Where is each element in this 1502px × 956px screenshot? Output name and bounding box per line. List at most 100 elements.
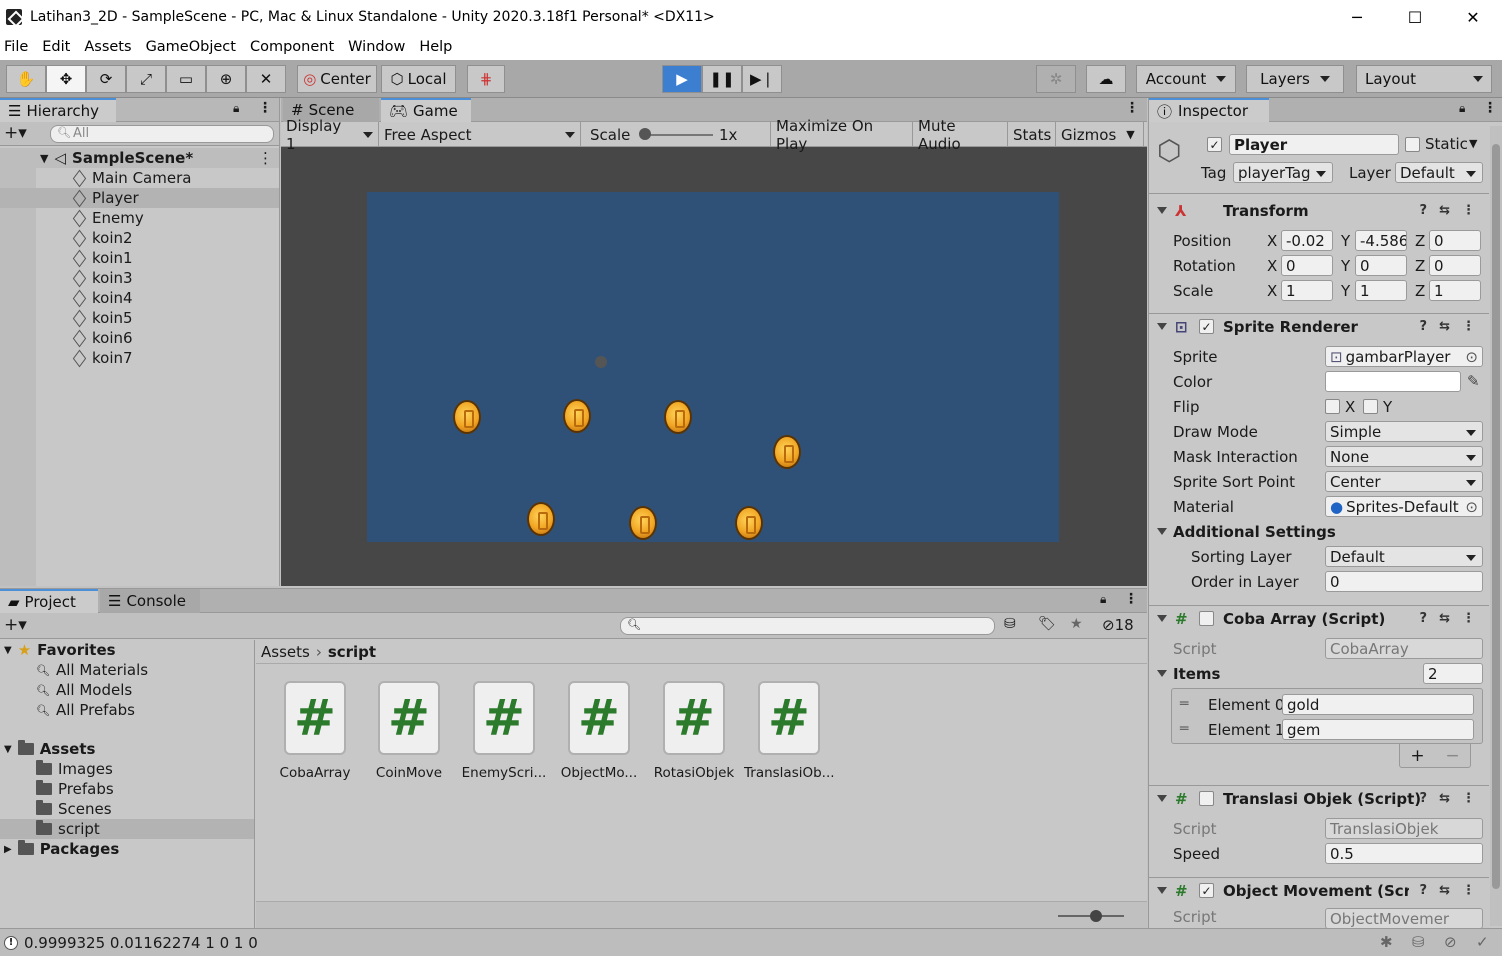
icon-size-slider-handle[interactable] — [1090, 910, 1102, 922]
transform-tool-icon[interactable]: ⊕ — [206, 65, 246, 93]
filter-by-type-icon[interactable]: ⛁ — [1004, 616, 1016, 632]
menu-file[interactable]: File — [0, 39, 35, 55]
rotation-y-field[interactable]: 0 — [1355, 255, 1407, 276]
scale-x-field[interactable]: 1 — [1281, 280, 1333, 301]
flip-x-checkbox[interactable] — [1325, 399, 1340, 414]
layer-dropdown[interactable]: Default — [1395, 162, 1483, 183]
preset-icon[interactable]: ⇆ — [1439, 611, 1450, 626]
folder-prefabs[interactable]: Prefabs — [36, 779, 114, 799]
breadcrumb-script[interactable]: script — [328, 643, 376, 661]
project-add-icon[interactable]: +▾ — [4, 615, 27, 635]
help-icon[interactable]: ? — [1420, 611, 1428, 626]
asset-item[interactable]: # EnemyScri... — [459, 681, 549, 781]
close-button[interactable]: ✕ — [1444, 0, 1502, 34]
collab-icon[interactable]: ✲ — [1036, 65, 1076, 93]
more-menu-icon[interactable]: ⋮ — [258, 100, 272, 116]
element-value-field[interactable]: gem — [1282, 719, 1474, 740]
maximize-on-play-toggle[interactable]: Maximize On Play — [771, 117, 913, 153]
items-row[interactable]: Items 2 — [1149, 661, 1489, 686]
lock-icon[interactable]: 🔒︎ — [233, 101, 239, 116]
menu-gameobject[interactable]: GameObject — [139, 39, 243, 55]
status-message[interactable]: 0.9999325 0.01162274 1 0 1 0 — [24, 934, 258, 952]
component-menu-icon[interactable]: ⋮ — [1462, 203, 1475, 218]
game-more-icon[interactable]: ⋮ — [1125, 100, 1139, 116]
scale-slider-track[interactable] — [643, 134, 713, 136]
object-picker-icon[interactable]: ⊙ — [1465, 348, 1478, 366]
project-search-input[interactable]: 🔍︎ — [620, 617, 995, 635]
tab-hierarchy[interactable]: ☰ Hierarchy — [0, 98, 116, 122]
minimize-button[interactable]: ─ — [1328, 0, 1386, 34]
eyedropper-icon[interactable]: ✎ — [1467, 372, 1480, 390]
position-x-field[interactable]: -0.02 — [1281, 230, 1333, 251]
sprite-sort-point-dropdown[interactable]: Center — [1325, 471, 1483, 492]
play-button[interactable]: ▶ — [662, 65, 702, 93]
maximize-button[interactable]: ☐ — [1386, 0, 1444, 34]
menu-component[interactable]: Component — [243, 39, 341, 55]
menu-edit[interactable]: Edit — [35, 39, 77, 55]
rotation-z-field[interactable]: 0 — [1429, 255, 1481, 276]
hierarchy-item[interactable]: koin6 — [0, 328, 279, 348]
scrollbar-thumb[interactable] — [1492, 144, 1500, 889]
folder-script[interactable]: script — [36, 819, 100, 839]
sprite-renderer-header[interactable]: ⊡ ✓ Sprite Renderer ? ⇆ ⋮ — [1149, 314, 1489, 339]
flip-y-checkbox[interactable] — [1363, 399, 1378, 414]
hierarchy-item[interactable]: Player — [0, 188, 279, 208]
game-view-canvas[interactable] — [367, 192, 1059, 542]
hierarchy-item[interactable]: koin5 — [0, 308, 279, 328]
inspector-lock-icon[interactable]: 🔒︎ — [1459, 101, 1465, 116]
asset-item[interactable]: # CoinMove — [364, 681, 454, 781]
layout-dropdown[interactable]: Layout — [1356, 65, 1492, 93]
hierarchy-item[interactable]: koin3 — [0, 268, 279, 288]
pause-button[interactable]: ❚❚ — [702, 65, 742, 93]
tag-dropdown[interactable]: playerTag — [1233, 162, 1333, 183]
add-dropdown-icon[interactable]: +▾ — [4, 123, 27, 143]
favorite-star-icon[interactable]: ★ — [1070, 616, 1083, 632]
hierarchy-search-input[interactable]: 🔍︎ All — [50, 125, 274, 143]
account-dropdown[interactable]: Account — [1136, 65, 1236, 93]
translasi-header[interactable]: # Translasi Objek (Script) ? ⇆ ⋮ — [1149, 786, 1489, 811]
speed-field[interactable]: 0.5 — [1325, 843, 1483, 864]
position-z-field[interactable]: 0 — [1429, 230, 1481, 251]
component-menu-icon[interactable]: ⋮ — [1462, 611, 1475, 626]
sorting-layer-dropdown[interactable]: Default — [1325, 546, 1483, 567]
aspect-dropdown[interactable]: Free Aspect — [379, 122, 581, 147]
tab-inspector[interactable]: ⓘ Inspector — [1149, 98, 1269, 122]
component-menu-icon[interactable]: ⋮ — [1462, 791, 1475, 806]
color-swatch[interactable] — [1325, 371, 1461, 392]
position-y-field[interactable]: -4.586 — [1355, 230, 1407, 251]
scene-more-icon[interactable]: ⋮ — [258, 149, 273, 167]
scale-tool-icon[interactable]: ⤢ — [126, 65, 166, 93]
asset-item[interactable]: # TranslasiOb... — [744, 681, 834, 781]
favorites-row[interactable]: ▼ ★ Favorites — [4, 640, 116, 660]
sprite-renderer-enabled-checkbox[interactable]: ✓ — [1199, 319, 1214, 334]
component-menu-icon[interactable]: ⋮ — [1462, 883, 1475, 898]
order-in-layer-field[interactable]: 0 — [1325, 571, 1483, 592]
tab-console[interactable]: ☰ Console — [100, 589, 200, 613]
menu-window[interactable]: Window — [341, 39, 412, 55]
assets-row[interactable]: ▼ Assets — [4, 739, 95, 759]
hierarchy-item[interactable]: koin2 — [0, 228, 279, 248]
database-icon[interactable]: ⛁ — [1412, 933, 1425, 951]
folder-scenes[interactable]: Scenes — [36, 799, 112, 819]
transform-header[interactable]: ⅄ Transform ? ⇆ ⋮ — [1149, 198, 1489, 223]
preset-icon[interactable]: ⇆ — [1439, 791, 1450, 806]
pivot-toggle[interactable]: ◎ Center — [297, 65, 377, 93]
check-circle-icon[interactable]: ✓ — [1476, 933, 1489, 951]
coba-array-enabled-checkbox[interactable] — [1199, 611, 1214, 626]
step-button[interactable]: ▶❘ — [742, 65, 782, 93]
hand-tool-icon[interactable]: ✋ — [6, 65, 46, 93]
project-lock-icon[interactable]: 🔒︎ — [1100, 592, 1106, 607]
component-menu-icon[interactable]: ⋮ — [1462, 319, 1475, 334]
snap-icon[interactable]: ⋕ — [467, 65, 505, 93]
scale-z-field[interactable]: 1 — [1429, 280, 1481, 301]
object-movement-enabled-checkbox[interactable]: ✓ — [1199, 883, 1214, 898]
preset-icon[interactable]: ⇆ — [1439, 883, 1450, 898]
scale-y-field[interactable]: 1 — [1355, 280, 1407, 301]
preset-icon[interactable]: ⇆ — [1439, 319, 1450, 334]
active-checkbox[interactable]: ✓ — [1207, 137, 1222, 152]
breadcrumb-assets[interactable]: Assets — [261, 643, 310, 661]
rotation-x-field[interactable]: 0 — [1281, 255, 1333, 276]
move-tool-icon[interactable]: ✥ — [46, 65, 86, 93]
scale-slider-handle[interactable] — [639, 128, 651, 140]
help-icon[interactable]: ? — [1420, 791, 1428, 806]
